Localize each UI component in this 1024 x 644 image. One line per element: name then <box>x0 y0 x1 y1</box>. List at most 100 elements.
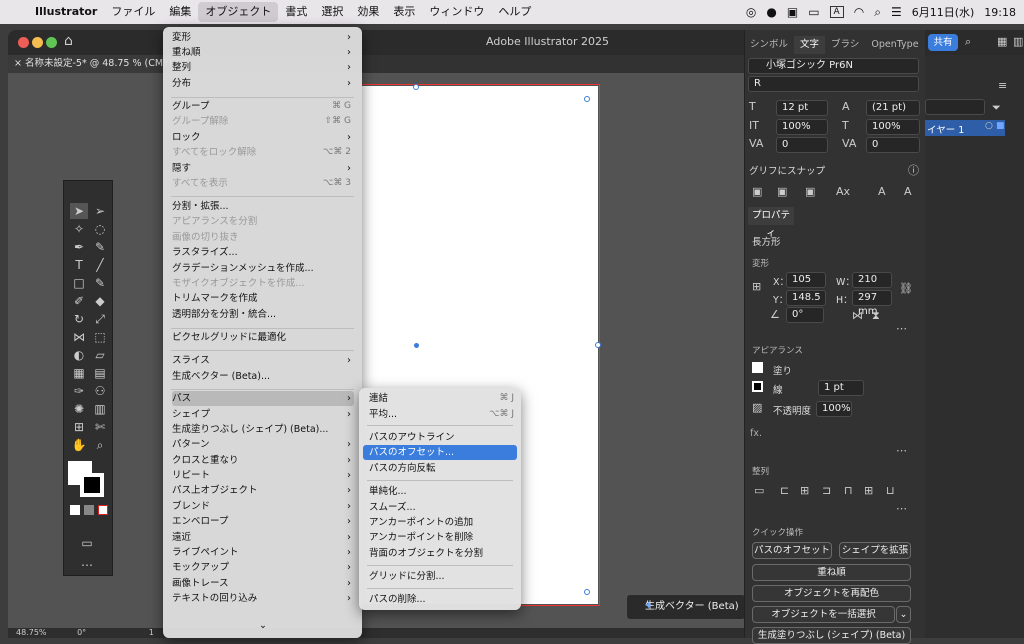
align-vcenter-icon[interactable]: ⊞ <box>864 484 873 497</box>
filter-icon[interactable]: ⏷ <box>992 101 1001 115</box>
column-graph-icon[interactable]: ▥ <box>91 401 109 417</box>
object-menu-item[interactable]: 画像トレース › <box>172 576 354 591</box>
wifi-icon[interactable]: ◠ <box>854 5 864 19</box>
close-window-button[interactable] <box>18 37 29 48</box>
screen-mode-icon[interactable]: ▭ <box>78 535 96 551</box>
selection-handle[interactable] <box>413 84 419 90</box>
align-top-icon[interactable]: ⊓ <box>844 484 853 497</box>
close-tab-icon[interactable]: × <box>14 58 25 69</box>
type-tool-icon[interactable]: T <box>70 257 88 273</box>
magic-wand-icon[interactable]: ✧ <box>70 221 88 237</box>
align-to-icon[interactable]: ▭ <box>754 484 764 497</box>
free-transform-icon[interactable]: ⬚ <box>91 329 109 345</box>
fx-label[interactable]: fx. <box>750 428 762 439</box>
gradient-icon[interactable]: ▤ <box>91 365 109 381</box>
stroke-color-swatch[interactable] <box>752 381 763 392</box>
object-menu-item[interactable]: 遠近 › <box>172 530 354 545</box>
snap-glyph-bounds-icon[interactable]: ▣ <box>805 185 815 198</box>
zoom-level[interactable]: 48.75% <box>16 628 47 637</box>
mesh-icon[interactable]: ▦ <box>70 365 88 381</box>
path-submenu-item[interactable]: スムーズ... <box>363 500 517 515</box>
height-field[interactable]: 297 mm <box>852 290 892 317</box>
workspace-icon[interactable]: ▥ <box>1013 35 1023 48</box>
path-submenu-item[interactable]: 平均... ⌥⌘ J <box>363 407 517 422</box>
align-right-icon[interactable]: ⊐ <box>822 484 831 497</box>
input-method-icon[interactable]: A <box>829 6 844 18</box>
minimize-window-button[interactable] <box>32 37 43 48</box>
corner-widget[interactable] <box>584 589 590 595</box>
tab-opentype[interactable]: OpenType <box>865 36 924 54</box>
path-submenu-item[interactable]: 単純化... <box>363 484 517 499</box>
scale-icon[interactable]: ⤢ <box>91 311 109 327</box>
object-menu-item[interactable]: 生成ベクター (Beta)... <box>172 369 354 384</box>
object-menu-item[interactable]: リピート › <box>172 468 354 483</box>
scroll-down-arrow-icon[interactable]: ⌄ <box>172 618 354 633</box>
vertical-scale-field[interactable]: 100% <box>776 119 828 135</box>
rectangle-tool-icon[interactable]: □ <box>70 275 88 291</box>
offset-path-button[interactable]: パスのオフセット <box>752 542 832 559</box>
line-app-icon[interactable]: ● <box>766 5 776 19</box>
rotation-field[interactable]: 0° <box>786 307 824 323</box>
path-submenu-item[interactable]: グリッドに分割... <box>363 569 517 584</box>
object-menu-item[interactable]: エンベロープ › <box>172 514 354 529</box>
object-menu-item[interactable]: 分割・拡張... <box>172 199 354 214</box>
zoom-window-button[interactable] <box>46 37 57 48</box>
menu-effect[interactable]: 効果 <box>350 2 386 22</box>
align-bottom-icon[interactable]: ⊔ <box>886 484 895 497</box>
curvature-icon[interactable]: ✎ <box>91 239 109 255</box>
perspective-icon[interactable]: ▱ <box>91 347 109 363</box>
more-options-icon[interactable]: ⋯ <box>896 444 907 457</box>
menu-window[interactable]: ウィンドウ <box>422 2 491 22</box>
path-submenu-item[interactable]: パスの削除... <box>363 592 517 607</box>
path-submenu-item[interactable]: パスのオフセット... <box>363 445 517 460</box>
hand-tool-icon[interactable]: ✋ <box>70 437 88 453</box>
path-submenu-item[interactable]: 背面のオブジェクトを分割 <box>363 546 517 561</box>
object-menu-item[interactable]: テキストの回り込み › <box>172 591 354 606</box>
arrange-button[interactable]: 重ね順 <box>752 564 911 581</box>
search-icon[interactable]: ⌕ <box>965 35 971 49</box>
zoom-tool-icon[interactable]: ⌕ <box>91 437 109 453</box>
width-field[interactable]: 210 mm <box>852 272 892 299</box>
line-tool-icon[interactable]: ╱ <box>91 257 109 273</box>
constrain-proportions-icon[interactable]: ⛓ <box>899 282 913 295</box>
reference-point-icon[interactable]: ⊞ <box>752 280 761 293</box>
eyedropper-icon[interactable]: ✑ <box>70 383 88 399</box>
expand-shape-button[interactable]: シェイプを拡張 <box>839 542 911 559</box>
blend-icon[interactable]: ⚇ <box>91 383 109 399</box>
align-left-icon[interactable]: ⊏ <box>780 484 789 497</box>
select-similar-button[interactable]: オブジェクトを一括選択 <box>752 606 895 623</box>
object-menu-item[interactable]: スライス › <box>172 353 354 368</box>
path-submenu-item[interactable]: アンカーポイントの追加 <box>363 515 517 530</box>
target-icon[interactable]: ○ <box>985 121 993 131</box>
object-menu-item[interactable]: パス › <box>172 391 354 406</box>
eraser-icon[interactable]: ◆ <box>91 293 109 309</box>
object-menu-item[interactable]: 隠す › <box>172 161 354 176</box>
kerning-field[interactable]: 0 <box>776 137 828 153</box>
symbol-sprayer-icon[interactable]: ✺ <box>70 401 88 417</box>
artboard-number[interactable]: 1 <box>149 628 154 637</box>
pen-tool-icon[interactable]: ✒ <box>70 239 88 255</box>
pencil-icon[interactable]: ✐ <box>70 293 88 309</box>
path-submenu-item[interactable]: パスのアウトライン <box>363 430 517 445</box>
flip-vertical-icon[interactable]: ⧗ <box>872 309 880 323</box>
object-menu-item[interactable]: パス上オブジェクト › <box>172 483 354 498</box>
path-submenu-item[interactable]: パスの方向反転 <box>363 461 517 476</box>
corner-widget[interactable] <box>584 96 590 102</box>
tab-brushes[interactable]: ブラシ <box>825 36 865 54</box>
object-menu-item[interactable]: 変形 › <box>172 30 354 45</box>
object-menu-item[interactable]: トリムマークを作成 <box>172 291 354 306</box>
object-menu-item[interactable]: クロスと重なり › <box>172 453 354 468</box>
more-tools-icon[interactable]: ⋯ <box>78 557 96 573</box>
color-mode-icon[interactable] <box>70 505 80 515</box>
snap-xheight-icon[interactable]: ▣ <box>777 185 787 198</box>
shape-builder-icon[interactable]: ◐ <box>70 347 88 363</box>
paintbrush-icon[interactable]: ✎ <box>91 275 109 291</box>
font-size-field[interactable]: 12 pt <box>776 100 828 116</box>
object-menu-item[interactable]: シェイプ › <box>172 407 354 422</box>
flip-horizontal-icon[interactable]: ⋈ <box>852 309 863 322</box>
app-icon[interactable]: ▣ <box>787 5 798 19</box>
object-menu-item[interactable]: 生成塗りつぶし (シェイプ) (Beta)... <box>172 422 354 437</box>
selection-indicator-icon[interactable]: ■ <box>996 121 1005 131</box>
object-menu-item[interactable]: ライブペイント › <box>172 545 354 560</box>
menu-illustrator[interactable]: Illustrator <box>28 2 104 22</box>
